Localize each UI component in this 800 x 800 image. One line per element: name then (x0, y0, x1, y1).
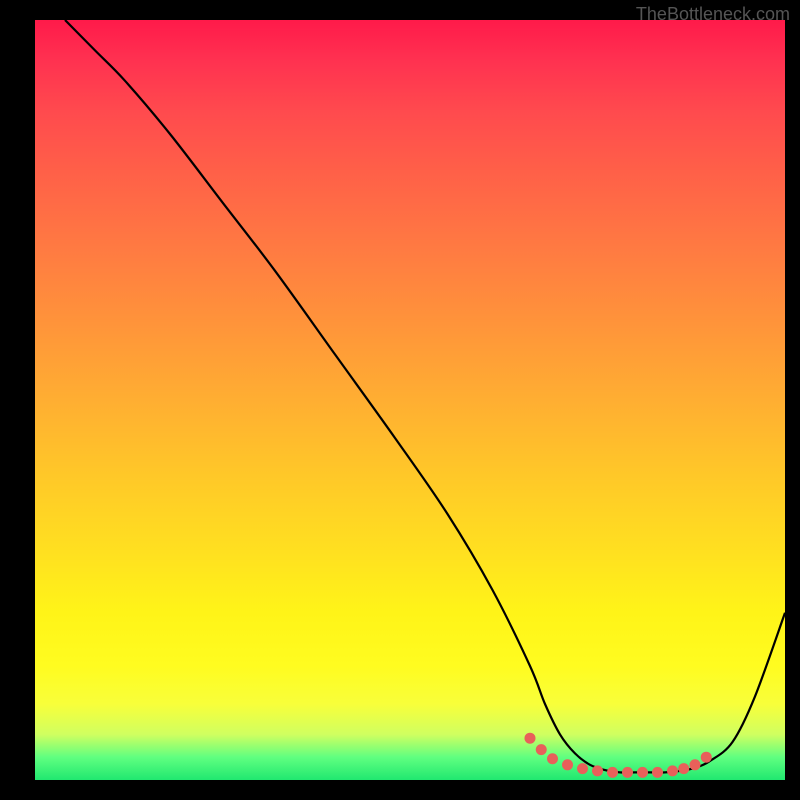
bottleneck-curve (65, 20, 785, 773)
optimal-dot (525, 733, 536, 744)
optimal-dot (562, 759, 573, 770)
plot-area (35, 20, 785, 780)
optimal-dot (637, 767, 648, 778)
optimal-dot (547, 753, 558, 764)
optimal-dot (607, 767, 618, 778)
optimal-dots (525, 733, 712, 778)
chart-container: TheBottleneck.com (0, 0, 800, 800)
optimal-dot (678, 763, 689, 774)
optimal-dot (536, 744, 547, 755)
optimal-dot (667, 765, 678, 776)
curve-layer (35, 20, 785, 780)
optimal-dot (701, 752, 712, 763)
optimal-dot (592, 765, 603, 776)
optimal-dot (652, 767, 663, 778)
optimal-dot (622, 767, 633, 778)
optimal-dot (690, 759, 701, 770)
optimal-dot (577, 763, 588, 774)
watermark-text: TheBottleneck.com (636, 4, 790, 25)
